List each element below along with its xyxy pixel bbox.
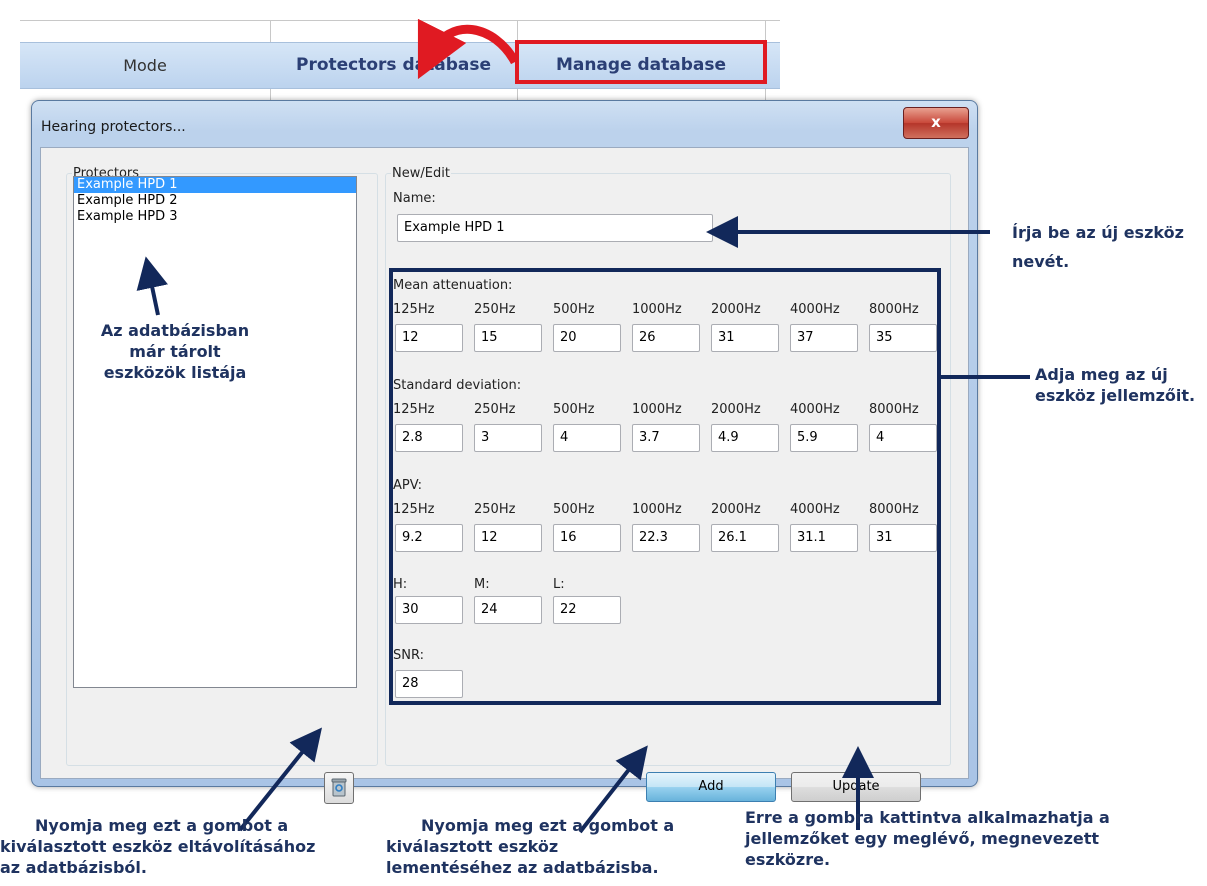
list-hint: Az adatbázisban már tárolt eszközök list…	[75, 320, 275, 383]
properties-hint: Adja meg az új eszköz jellemzőit.	[1035, 364, 1205, 406]
add-hint-line: kiválasztott eszköz	[386, 837, 559, 856]
update-hint: Erre a gombra kattintva alkalmazhatja a …	[745, 807, 1195, 870]
list-hint-line: eszközök listája	[103, 363, 247, 382]
add-hint: Nyomja meg ezt a gombot a kiválasztott e…	[386, 815, 716, 878]
annotation-arrows	[136, 18, 1030, 834]
name-hint-line: nevét.	[1012, 252, 1070, 271]
add-hint-line: Nyomja meg ezt a gombot a	[421, 816, 675, 835]
list-hint-line: Az adatbázisban	[100, 321, 250, 340]
delete-hint-line: kiválasztott eszköz eltávolításához	[0, 837, 316, 856]
add-hint-line: lementéséhez az adatbázisba.	[386, 858, 659, 877]
list-arrow	[136, 256, 168, 316]
update-hint-line: Erre a gombra kattintva alkalmazhatja a	[745, 808, 1110, 827]
name-hint-line: Írja be az új eszköz	[1012, 223, 1184, 242]
properties-hint-line: eszköz jellemzőit.	[1035, 386, 1196, 405]
delete-hint: Nyomja meg ezt a gombot a kiválasztott e…	[0, 815, 330, 878]
update-hint-line: jellemzőket egy meglévő, megnevezett	[745, 829, 1100, 848]
properties-hint-line: Adja meg az új	[1035, 365, 1168, 384]
curved-red-arrow	[417, 18, 519, 80]
update-hint-line: eszközre.	[745, 850, 831, 869]
list-hint-line: már tárolt	[129, 342, 221, 361]
delete-hint-line: Nyomja meg ezt a gombot a	[35, 816, 289, 835]
name-hint: Írja be az új eszköz nevét.	[1012, 222, 1202, 272]
delete-hint-line: az adatbázisból.	[0, 858, 147, 877]
